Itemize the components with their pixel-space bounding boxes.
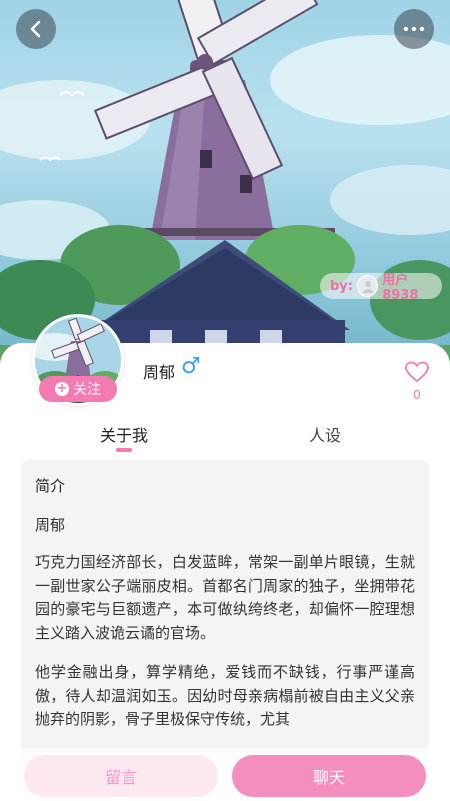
user-icon <box>361 281 374 293</box>
follow-label: 关注 <box>73 382 101 398</box>
author-by-label: by: <box>330 278 353 294</box>
more-button[interactable] <box>394 9 434 49</box>
like-count: 0 <box>413 388 421 402</box>
heart-icon <box>405 361 429 382</box>
follow-button[interactable]: + 关注 <box>39 376 117 402</box>
author-name: 用户8938 <box>382 273 419 303</box>
tab-persona[interactable]: 人设 <box>309 422 341 446</box>
chevron-left-icon <box>30 20 41 38</box>
tab-about-me[interactable]: 关于我 <box>100 422 148 446</box>
chat-button[interactable]: 聊天 <box>232 755 426 797</box>
intro-title: 简介 <box>35 477 66 495</box>
message-button[interactable]: 留言 <box>24 755 218 797</box>
intro-paragraph: 巧克力国经济部长，白发蓝眸，常架一副单片眼镜，生就一副世家公子端丽皮相。首都名门… <box>35 553 415 642</box>
active-tab-indicator <box>116 448 132 452</box>
character-name: 周郁 <box>143 363 176 382</box>
male-gender-icon: ♂ <box>181 354 201 379</box>
character-profile-screen: by: 用户8938 + 关注 周郁 ♂ 0 关于我 人设 简介 周郁 巧克力国… <box>0 0 450 801</box>
plus-icon: + <box>55 381 69 396</box>
intro-paragraph: 他学金融出身，算学精绝，爱钱而不缺钱，行事严谨高傲，待人却温润如玉。因幼时母亲病… <box>35 663 415 728</box>
like-button[interactable]: 0 <box>404 361 430 402</box>
back-button[interactable] <box>16 9 56 49</box>
author-tag[interactable]: by: 用户8938 <box>320 273 442 303</box>
intro-name: 周郁 <box>35 516 66 534</box>
author-avatar <box>356 275 379 297</box>
more-horizontal-icon <box>403 26 425 32</box>
